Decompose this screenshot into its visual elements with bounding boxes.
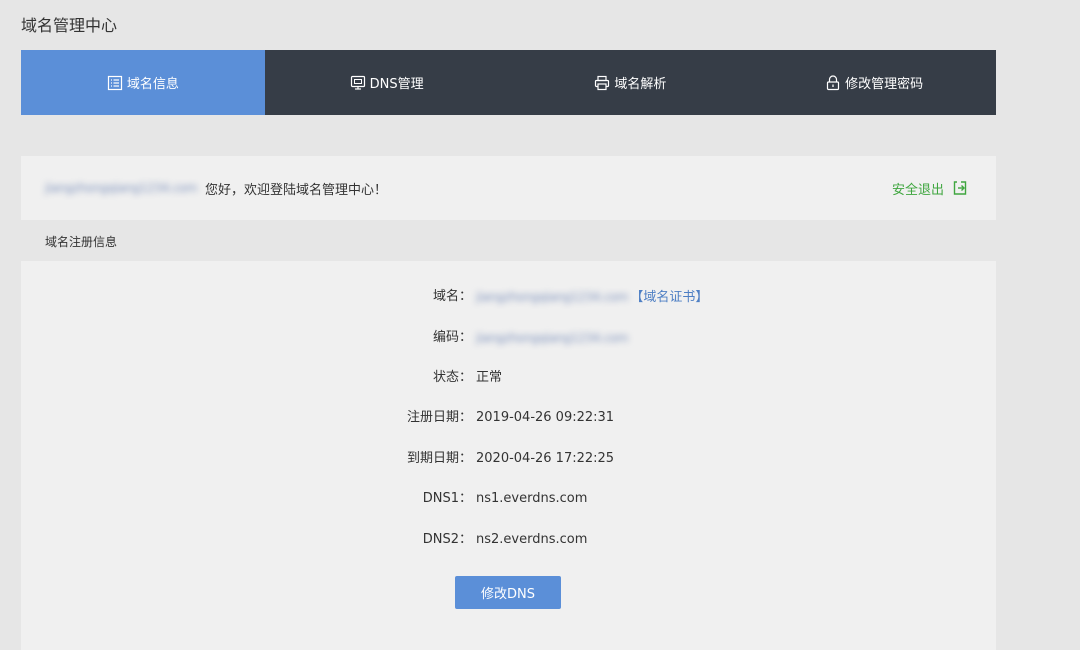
logout-button[interactable]: 安全退出: [892, 179, 968, 198]
logout-label: 安全退出: [891, 182, 944, 198]
registration-date-value: 2019-04-26 09:22:31: [476, 410, 615, 425]
dns1-value: ns1.everdns.com: [476, 491, 588, 506]
tab-label: DNS管理: [369, 77, 424, 92]
modify-dns-button[interactable]: 修改DNS: [455, 576, 561, 609]
code-row: 编码： jiangzhongqiang1234.com: [21, 328, 996, 348]
domain-label: 域名：: [432, 289, 472, 304]
monitor-icon: [350, 75, 365, 90]
tab-domain-resolution[interactable]: 域名解析: [509, 50, 753, 115]
status-label: 状态：: [432, 370, 472, 385]
list-icon: [107, 75, 122, 90]
expiry-date-label: 到期日期：: [406, 451, 472, 466]
domain-name: jiangzhongqiang1234.com: [476, 290, 629, 304]
tab-label: 域名解析: [614, 77, 667, 92]
code-value: jiangzhongqiang1234.com: [476, 328, 629, 349]
domain-certificate-link[interactable]: 【域名证书】: [630, 290, 708, 305]
tab-domain-info[interactable]: 域名信息: [21, 50, 265, 115]
code-text: jiangzhongqiang1234.com: [476, 331, 629, 345]
lock-icon: [827, 74, 840, 90]
tab-bar: 域名信息 DNS管理 域名解析 修改管理密码: [21, 50, 996, 115]
status-row: 状态： 正常: [21, 368, 996, 388]
expiry-date-value: 2020-04-26 17:22:25: [476, 451, 615, 466]
registration-info-panel: 域名： jiangzhongqiang1234.com 【域名证书】 编码： ji…: [21, 261, 996, 650]
dns2-label: DNS2：: [422, 532, 472, 547]
status-value: 正常: [476, 370, 503, 385]
tab-label: 域名信息: [126, 77, 179, 92]
dns1-row: DNS1： ns1.everdns.com: [21, 489, 996, 509]
username: jiangzhongqiang1234.com: [45, 181, 198, 195]
dns2-value: ns2.everdns.com: [476, 532, 588, 547]
expiry-date-row: 到期日期： 2020-04-26 17:22:25: [21, 449, 996, 469]
domain-row: 域名： jiangzhongqiang1234.com 【域名证书】: [21, 287, 996, 307]
dns1-label: DNS1：: [422, 491, 472, 506]
registration-date-label: 注册日期：: [406, 410, 472, 425]
section-label: 域名注册信息: [45, 235, 118, 249]
domain-value: jiangzhongqiang1234.com 【域名证书】: [476, 287, 708, 308]
registration-date-row: 注册日期： 2019-04-26 09:22:31: [21, 408, 996, 428]
logout-icon: [953, 181, 967, 195]
code-label: 编码：: [432, 330, 472, 345]
tab-dns-management[interactable]: DNS管理: [265, 50, 509, 115]
dns2-row: DNS2： ns2.everdns.com: [21, 530, 996, 550]
page-title: 域名管理中心: [21, 16, 118, 35]
tab-change-password[interactable]: 修改管理密码: [752, 50, 996, 115]
printer-icon: [595, 75, 610, 90]
tab-label: 修改管理密码: [845, 77, 924, 92]
welcome-bar: jiangzhongqiang1234.com 您好，欢迎登陆域名管理中心！ 安…: [21, 156, 996, 220]
welcome-message: 您好，欢迎登陆域名管理中心！: [205, 182, 388, 198]
